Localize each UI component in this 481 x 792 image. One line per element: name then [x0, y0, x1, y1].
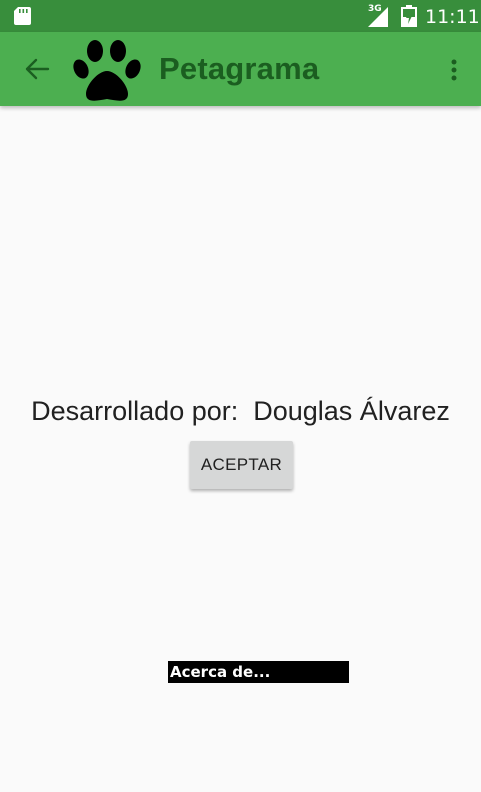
paw-icon	[73, 40, 141, 101]
accept-button[interactable]: ACEPTAR	[190, 441, 293, 489]
app-title: Petagrama	[159, 51, 320, 86]
overflow-menu-icon	[451, 59, 457, 81]
signal-icon	[368, 7, 388, 27]
back-arrow-icon	[25, 58, 50, 80]
clock: 11:11	[425, 6, 480, 28]
back-button[interactable]	[17, 49, 57, 89]
sd-card-icon	[14, 7, 31, 25]
status-bar: 3G 11:11	[0, 0, 481, 32]
about-label: Acerca de...	[168, 661, 349, 683]
battery-icon	[401, 5, 417, 27]
overflow-menu-button[interactable]	[438, 51, 470, 89]
developer-credit-text: Desarrollado por: Douglas Álvarez	[31, 396, 450, 426]
app-bar: Petagrama	[0, 32, 481, 106]
